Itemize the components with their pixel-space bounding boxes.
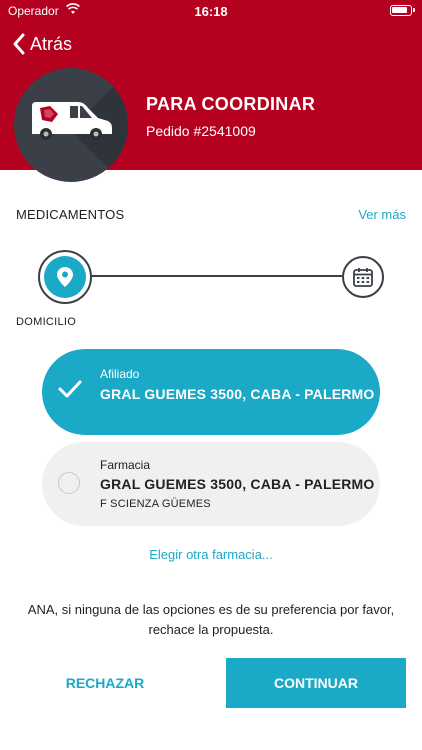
reject-button[interactable]: RECHAZAR [16,658,194,708]
option-affiliate-address[interactable]: Afiliado GRAL GUEMES 3500, CABA - PALERM… [42,349,380,435]
step-schedule[interactable] [342,256,384,298]
option-type: Farmacia [100,458,151,472]
section-title: MEDICAMENTOS [16,207,125,222]
option-type: Afiliado [100,367,140,381]
hint-line: rechace la propuesta. [148,622,274,637]
location-pin-icon [57,267,73,287]
stepper-line [92,275,342,277]
delivery-van-avatar [14,68,128,182]
hint-line: ANA, si ninguna de las opciones es de su… [27,602,395,617]
continue-button[interactable]: CONTINUAR [226,658,406,708]
step-label-delivery: DOMICILIO [16,316,77,328]
option-address: GRAL GUEMES 3500, CABA - PALERMO [100,476,375,492]
hint-text: ANA, si ninguna de las opciones es de su… [0,600,422,640]
checkmark-icon [58,380,82,398]
chevron-left-icon [13,33,25,55]
clock-time: 16:18 [194,4,228,19]
order-number: Pedido #2541009 [146,123,256,139]
step-delivery-address[interactable] [38,250,92,304]
back-label: Atrás [30,33,73,54]
option-pharmacy-address[interactable]: Farmacia GRAL GUEMES 3500, CABA - PALERM… [42,442,380,526]
back-button[interactable]: Atrás [12,30,72,58]
choose-other-pharmacy-link[interactable]: Elegir otra farmacia... [0,547,422,562]
step-active-fill [44,256,86,298]
calendar-icon [353,268,373,287]
option-address: GRAL GUEMES 3500, CABA - PALERMO [100,386,375,402]
status-bar: Operador 16:18 [0,0,422,22]
radio-button[interactable] [58,472,80,494]
delivery-van-icon [32,102,112,140]
option-pharmacy-name: F SCIENZA GÜEMES [100,498,211,510]
battery-icon [390,5,415,16]
order-status-title: PARA COORDINAR [146,94,316,114]
see-more-link[interactable]: Ver más [358,207,406,222]
